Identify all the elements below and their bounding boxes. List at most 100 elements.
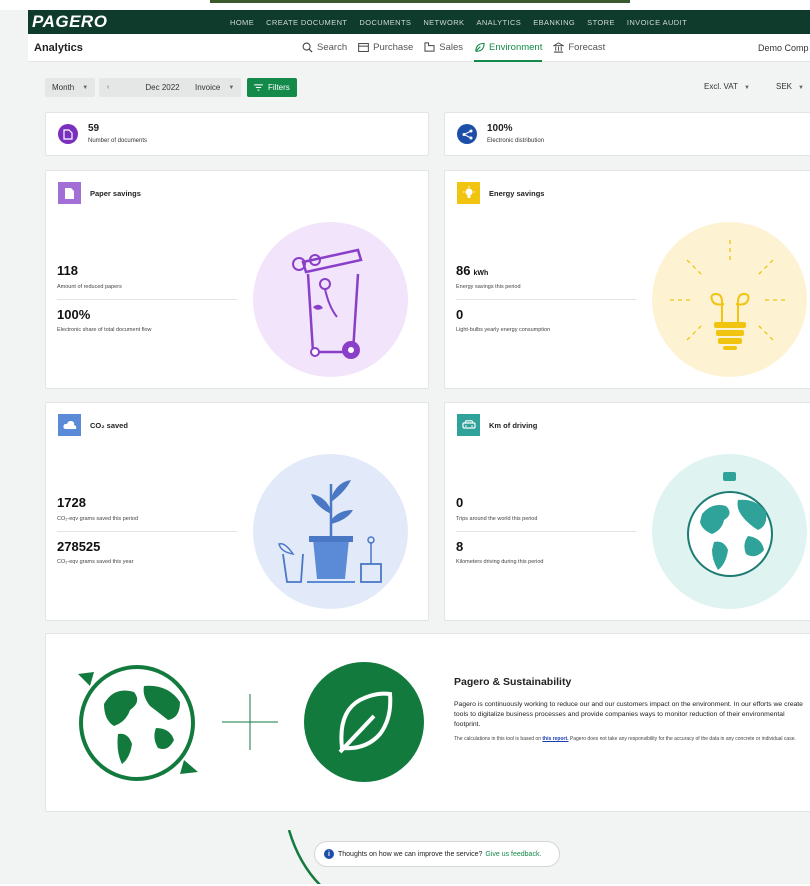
nav-create-document[interactable]: CREATE DOCUMENT (266, 18, 347, 27)
cloud-icon (58, 414, 81, 436)
tab-purchase[interactable]: Purchase (358, 34, 413, 62)
sales-icon (424, 42, 435, 52)
energy-value-number: 86 (456, 263, 471, 278)
filter-icon (254, 84, 263, 91)
top-navigation: PAGERO HOME CREATE DOCUMENT DOCUMENTS NE… (28, 10, 810, 34)
card-title: Paper savings (90, 189, 141, 198)
sustainability-card: Pagero & Sustainability Pagero is contin… (45, 633, 810, 812)
lightbulb-value: 0 (456, 307, 464, 322)
divider (456, 531, 636, 532)
currency-value: SEK (776, 82, 793, 91)
period-type-value: Month (52, 83, 75, 92)
divider (57, 299, 237, 300)
trips-value: 0 (456, 495, 464, 510)
globe-illustration (652, 454, 807, 609)
recycle-bin-illustration (253, 222, 408, 377)
lightbulb-label: Light-bulbs yearly energy consumption (456, 327, 551, 333)
energy-savings-card: Energy savings 86 kWh Energy savings this… (444, 170, 810, 389)
sustainability-title: Pagero & Sustainability (454, 676, 572, 688)
nav-home[interactable]: HOME (230, 18, 254, 27)
vat-select[interactable]: Excl. VAT ▼ (704, 82, 750, 91)
co2-year-label: CO₂-eqv grams saved this year (57, 559, 134, 565)
filter-bar: Month▼ ‹ Dec 2022 › Invoice▼ Filters Exc… (45, 78, 810, 98)
leaf-badge-icon (304, 662, 424, 782)
company-selector[interactable]: Demo Comp (758, 43, 809, 53)
info-icon: i (324, 849, 334, 859)
page-title: Analytics (34, 42, 83, 54)
period-type-select[interactable]: Month ▼ (45, 78, 96, 97)
filters-label: Filters (268, 83, 290, 92)
nav-documents[interactable]: DOCUMENTS (359, 18, 411, 27)
tab-search[interactable]: Search (302, 34, 347, 62)
chevron-left-icon[interactable]: ‹ (107, 84, 109, 91)
doc-type-select[interactable]: Invoice ▼ (188, 78, 242, 97)
paper-label: Amount of reduced papers (57, 284, 122, 290)
nav-ebanking[interactable]: EBANKING (533, 18, 575, 27)
leaf-icon (475, 42, 485, 52)
tab-forecast[interactable]: Forecast (553, 34, 605, 62)
currency-select[interactable]: SEK ▼ (776, 82, 804, 91)
caret-down-icon: ▼ (82, 84, 89, 91)
document-icon (58, 124, 78, 144)
feedback-link[interactable]: Give us feedback. (485, 851, 541, 858)
car-icon (457, 414, 480, 436)
doc-type-value: Invoice (195, 83, 221, 92)
filters-button[interactable]: Filters (247, 78, 297, 97)
tab-sales-label: Sales (439, 41, 464, 53)
tab-purchase-label: Purchase (373, 41, 414, 53)
trips-label: Trips around the world this period (456, 516, 538, 522)
period-value: Dec 2022 (145, 83, 180, 92)
bank-icon (553, 41, 565, 53)
kpi-distribution-label: Electronic distribution (487, 138, 545, 144)
energy-unit: kWh (473, 270, 489, 277)
sustainability-note: The calculations in this tool is based o… (454, 736, 804, 743)
paper-share-value: 100% (57, 307, 91, 322)
energy-value: 86 kWh (456, 263, 488, 278)
lightbulb-icon (457, 182, 480, 204)
paper-value: 118 (57, 263, 78, 278)
card-title: Energy savings (489, 189, 545, 198)
report-link[interactable]: this report. (542, 736, 568, 742)
kpi-documents-value: 59 (88, 123, 100, 134)
nav-invoice-audit[interactable]: INVOICE AUDIT (627, 18, 687, 27)
kpi-distribution-card: 100% Electronic distribution (444, 112, 810, 156)
paper-icon (58, 182, 81, 204)
note-text-before: The calculations in this tool is based o… (454, 736, 543, 742)
caret-down-icon: ▼ (798, 85, 804, 91)
tab-environment[interactable]: Environment (474, 34, 543, 62)
sub-navigation: Analytics Search Purchase Sales Environm… (28, 34, 810, 62)
pagero-logo[interactable]: PAGERO (32, 12, 230, 32)
tab-search-label: Search (317, 41, 348, 53)
co2-period-label: CO₂-eqv grams saved this period (57, 516, 139, 522)
caret-down-icon: ▼ (743, 85, 750, 91)
vat-value: Excl. VAT (704, 82, 738, 91)
globe-arrows-icon (78, 665, 198, 781)
nav-network[interactable]: NETWORK (423, 18, 464, 27)
caret-down-icon: ▼ (228, 84, 235, 91)
nav-analytics[interactable]: ANALYTICS (476, 18, 521, 27)
note-text-after: Pagero does not take any responsibility … (568, 736, 796, 742)
paper-savings-card: Paper savings 118 Amount of reduced pape… (45, 170, 429, 389)
km-value: 8 (456, 539, 464, 554)
tab-forecast-label: Forecast (568, 41, 606, 53)
kpi-distribution-value: 100% (487, 123, 513, 134)
tab-sales[interactable]: Sales (424, 34, 463, 62)
driving-card: Km of driving 0 Trips around the world t… (444, 402, 810, 621)
plants-illustration (253, 454, 408, 609)
co2-year-value: 278525 (57, 539, 101, 554)
nav-store[interactable]: STORE (587, 18, 615, 27)
energy-label: Energy savings this period (456, 284, 521, 290)
lightbulb-illustration (652, 222, 807, 377)
feedback-text: Thoughts on how we can improve the servi… (338, 850, 483, 858)
feedback-bar: i Thoughts on how we can improve the ser… (314, 841, 560, 867)
card-title: Km of driving (489, 421, 538, 430)
card-title: CO₂ saved (90, 421, 128, 430)
paper-share-label: Electronic share of total document flow (57, 327, 152, 333)
plus-icon (222, 694, 278, 750)
share-icon (457, 124, 477, 144)
kpi-documents-card: 59 Number of documents (45, 112, 429, 156)
sustainability-body: Pagero is continuously working to reduce… (454, 701, 803, 728)
co2-period-value: 1728 (57, 495, 86, 510)
top-image-strip (0, 0, 810, 10)
banner-image (210, 0, 630, 3)
